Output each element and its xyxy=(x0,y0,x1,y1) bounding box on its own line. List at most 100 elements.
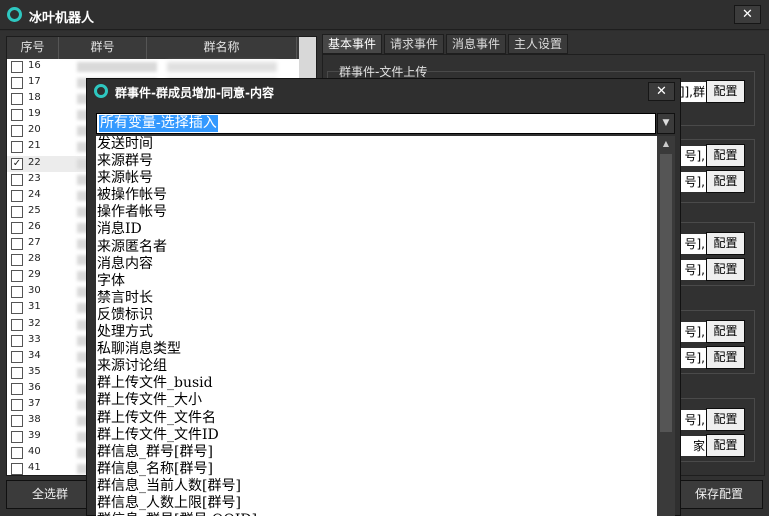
variable-option[interactable]: 消息内容 xyxy=(96,256,657,273)
select-all-button[interactable]: 全选群 xyxy=(6,480,94,509)
variable-option[interactable]: 来源匿名者 xyxy=(96,239,657,256)
row-number: 17 xyxy=(28,76,41,88)
variable-option[interactable]: 消息ID xyxy=(96,221,657,238)
scroll-up-arrow-icon[interactable]: ▲ xyxy=(657,136,675,152)
save-config-button[interactable]: 保存配置 xyxy=(675,480,763,509)
row-number: 18 xyxy=(28,92,41,104)
row-checkbox[interactable] xyxy=(11,398,23,411)
column-header-group-name[interactable]: 群名称 xyxy=(147,37,297,59)
dropdown-arrow-icon[interactable]: ▼ xyxy=(657,113,675,134)
config-button[interactable]: 配置 xyxy=(706,232,745,255)
row-checkbox[interactable] xyxy=(11,463,23,475)
row-checkbox[interactable] xyxy=(11,415,23,428)
row-checkbox[interactable] xyxy=(11,77,23,90)
row-checkbox[interactable] xyxy=(11,205,23,218)
row-checkbox[interactable] xyxy=(11,334,23,347)
config-button[interactable]: 配置 xyxy=(706,320,745,343)
dialog-title: 群事件-群成员增加-同意-内容 xyxy=(115,86,274,100)
row-checkbox[interactable] xyxy=(11,382,23,395)
tab-owner-settings[interactable]: 主人设置 xyxy=(508,34,569,54)
window-close-button[interactable]: ✕ xyxy=(734,5,761,24)
event-content-field[interactable]: 号], xyxy=(679,348,706,368)
variable-option[interactable]: 群上传文件_大小 xyxy=(96,392,657,409)
variable-option[interactable]: 禁言时长 xyxy=(96,290,657,307)
row-checkbox[interactable] xyxy=(11,447,23,460)
app-logo-icon xyxy=(7,7,22,22)
row-checkbox[interactable] xyxy=(11,125,23,138)
variable-option[interactable]: 操作者帐号 xyxy=(96,204,657,221)
variable-option[interactable]: 被操作帐号 xyxy=(96,187,657,204)
dialog-close-button[interactable]: ✕ xyxy=(648,82,675,101)
group-list-header: 序号 群号 群名称 xyxy=(7,37,316,59)
variable-option[interactable]: 群上传文件_文件名 xyxy=(96,410,657,427)
row-number: 20 xyxy=(28,124,41,136)
row-number: 39 xyxy=(28,430,41,442)
variable-option[interactable]: 发送时间 xyxy=(96,136,657,153)
row-checkbox[interactable] xyxy=(11,350,23,363)
variable-option[interactable]: 群信息_名称[群号] xyxy=(96,461,657,478)
dialog-titlebar: 群事件-群成员增加-同意-内容 ✕ xyxy=(87,79,680,105)
row-checkbox[interactable] xyxy=(11,221,23,234)
column-header-no[interactable]: 序号 xyxy=(7,37,59,59)
variable-option[interactable]: 私聊消息类型 xyxy=(96,341,657,358)
row-checkbox[interactable] xyxy=(11,189,23,202)
row-checkbox[interactable] xyxy=(11,286,23,299)
variable-list-scrollbar[interactable]: ▲ xyxy=(657,136,675,516)
scrollbar-thumb[interactable] xyxy=(660,154,672,432)
table-row[interactable]: 16 xyxy=(7,59,297,75)
variable-option[interactable]: 处理方式 xyxy=(96,324,657,341)
variable-select[interactable]: 所有变量-选择插入 xyxy=(96,113,656,134)
tab-basic-events[interactable]: 基本事件 xyxy=(322,34,383,54)
row-checkbox[interactable] xyxy=(11,366,23,379)
event-content-field[interactable]: ]],群 xyxy=(679,82,706,102)
variable-option[interactable]: 群信息_人数上限[群号] xyxy=(96,495,657,512)
tab-request-events[interactable]: 请求事件 xyxy=(384,34,445,54)
config-button[interactable]: 配置 xyxy=(706,346,745,369)
row-checkbox[interactable] xyxy=(11,238,23,251)
event-content-field[interactable]: 号], xyxy=(679,322,706,342)
row-checkbox[interactable] xyxy=(11,173,23,186)
row-number: 22 xyxy=(28,156,41,168)
row-checkbox[interactable] xyxy=(11,318,23,331)
config-button[interactable]: 配置 xyxy=(706,170,745,193)
event-content-field[interactable]: 号], xyxy=(679,146,706,166)
tab-message-events[interactable]: 消息事件 xyxy=(446,34,507,54)
config-button[interactable]: 配置 xyxy=(706,80,745,103)
row-checkbox[interactable] xyxy=(11,109,23,122)
variable-option[interactable]: 群信息_群号[群号] xyxy=(96,444,657,461)
row-checkbox[interactable] xyxy=(11,431,23,444)
row-checkbox[interactable] xyxy=(11,254,23,267)
variable-options-list: 发送时间 来源群号 来源帐号 被操作帐号 操作者帐号 消息ID 来源匿名者 消息内容 字体 禁言时… xyxy=(96,136,657,516)
variable-option[interactable]: 群上传文件_文件ID xyxy=(96,427,657,444)
config-button[interactable]: 配置 xyxy=(706,408,745,431)
variable-option[interactable]: 群信息_当前人数[群号] xyxy=(96,478,657,495)
row-checkbox[interactable]: ✓ xyxy=(11,157,23,170)
variable-option[interactable]: 来源讨论组 xyxy=(96,358,657,375)
variable-option[interactable]: 反馈标识 xyxy=(96,307,657,324)
row-checkbox[interactable] xyxy=(11,61,23,73)
event-content-field[interactable]: 号], xyxy=(679,234,706,254)
row-number: 41 xyxy=(28,462,41,474)
variable-option[interactable]: 来源群号 xyxy=(96,153,657,170)
row-number: 31 xyxy=(28,301,41,313)
row-number: 19 xyxy=(28,108,41,120)
variable-option[interactable]: 群上传文件_busid xyxy=(96,375,657,392)
row-number: 25 xyxy=(28,204,41,216)
event-content-field[interactable]: 家号], xyxy=(679,436,706,456)
event-content-field[interactable]: 号], xyxy=(679,410,706,430)
row-checkbox[interactable] xyxy=(11,93,23,106)
row-checkbox[interactable] xyxy=(11,141,23,154)
row-checkbox[interactable] xyxy=(11,270,23,283)
row-checkbox[interactable] xyxy=(11,302,23,315)
variable-option[interactable]: 来源帐号 xyxy=(96,170,657,187)
row-number: 40 xyxy=(28,446,41,458)
event-content-field[interactable]: 号], xyxy=(679,172,706,192)
variable-option[interactable]: 字体 xyxy=(96,273,657,290)
config-button[interactable]: 配置 xyxy=(706,434,745,457)
column-header-group-id[interactable]: 群号 xyxy=(59,37,147,59)
variable-option[interactable]: 群信息_群员[群号,QQID] xyxy=(96,512,657,516)
config-button[interactable]: 配置 xyxy=(706,258,745,281)
event-content-field[interactable]: 号], xyxy=(679,260,706,280)
config-button[interactable]: 配置 xyxy=(706,144,745,167)
row-number: 28 xyxy=(28,253,41,265)
